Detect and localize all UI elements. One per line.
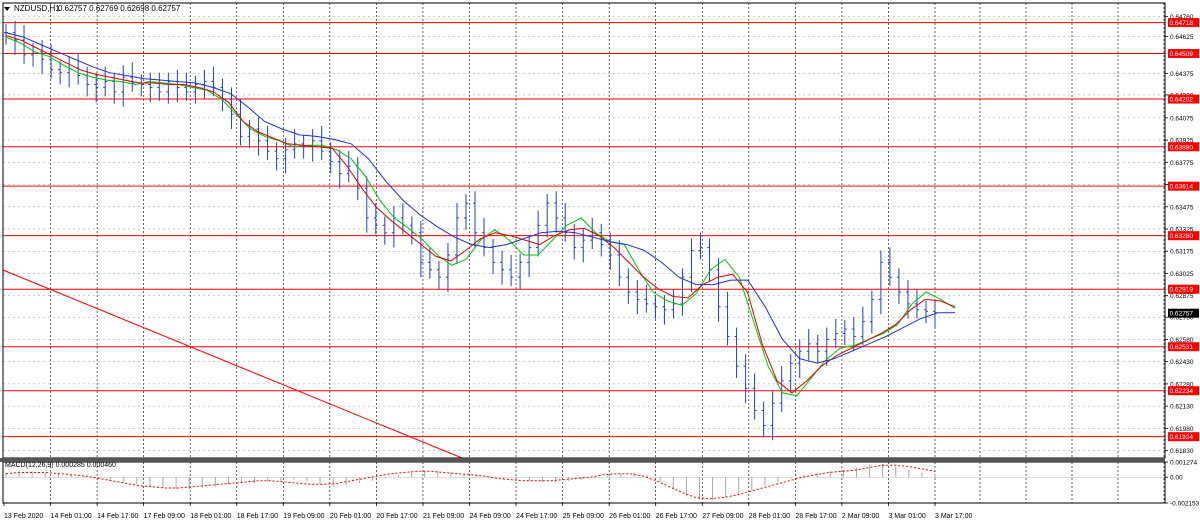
time-label: 28 Feb 01:00 bbox=[749, 513, 790, 520]
macd-tick-label: 0.00 bbox=[1170, 475, 1183, 482]
time-label: 20 Feb 01:00 bbox=[330, 513, 371, 520]
level-label: 0.64202 bbox=[1170, 97, 1194, 104]
current-price-label: 0.62757 bbox=[1170, 311, 1194, 318]
level-label: 0.62531 bbox=[1170, 344, 1194, 351]
time-label: 2 Mar 09:00 bbox=[842, 513, 879, 520]
pane-separator bbox=[0, 458, 1165, 462]
chart-header: NZDUSD,H1 0.62757 0.62769 0.62698 0.6275… bbox=[4, 4, 181, 13]
time-label: 28 Feb 17:00 bbox=[795, 513, 836, 520]
time-label: 14 Feb 17:00 bbox=[97, 513, 138, 520]
time-label: 3 Mar 01:00 bbox=[888, 513, 925, 520]
symbol-label: NZDUSD,H1 bbox=[14, 4, 60, 13]
macd-tick-label: 0.001274 bbox=[1170, 460, 1197, 467]
time-label: 24 Feb 17:00 bbox=[516, 513, 557, 520]
chart-background bbox=[0, 0, 1200, 524]
time-label: 25 Feb 09:00 bbox=[563, 513, 604, 520]
price-tick-label: 0.64625 bbox=[1170, 34, 1194, 41]
level-label: 0.64509 bbox=[1170, 51, 1194, 58]
price-tick-label: 0.63025 bbox=[1170, 271, 1194, 278]
time-label: 21 Feb 09:00 bbox=[423, 513, 464, 520]
level-label: 0.63614 bbox=[1170, 184, 1194, 191]
chart-canvas[interactable]: 13 Feb 2020 14 Feb 01:00 14 Feb 17:00 17 Fe… bbox=[0, 0, 1200, 524]
time-label: 20 Feb 17:00 bbox=[376, 513, 417, 520]
level-label: 0.61924 bbox=[1170, 434, 1194, 441]
chart-window[interactable]: 13 Feb 2020 14 Feb 01:00 14 Feb 17:00 17 Fe… bbox=[0, 0, 1200, 524]
level-label: 0.64718 bbox=[1170, 20, 1194, 27]
price-tick-label: 0.62875 bbox=[1170, 293, 1194, 300]
macd-label: MACD(12,26,9) 0.000285 0.000460 bbox=[5, 462, 116, 469]
level-label: 0.63280 bbox=[1170, 233, 1194, 240]
price-tick-label: 0.61980 bbox=[1170, 426, 1194, 433]
time-label: 19 Feb 09:00 bbox=[283, 513, 324, 520]
price-tick-label: 0.62430 bbox=[1170, 359, 1194, 366]
time-label: 26 Feb 01:00 bbox=[609, 513, 650, 520]
time-label: 17 Feb 09:00 bbox=[144, 513, 185, 520]
price-tick-label: 0.64075 bbox=[1170, 115, 1194, 122]
price-tick-label: 0.62130 bbox=[1170, 404, 1194, 411]
time-label: 27 Feb 09:00 bbox=[702, 513, 743, 520]
price-tick-label: 0.63775 bbox=[1170, 160, 1194, 167]
time-label: 3 Mar 17:00 bbox=[935, 513, 972, 520]
ohlc-values: 0.62757 0.62769 0.62698 0.62757 bbox=[58, 4, 181, 13]
level-label: 0.62919 bbox=[1170, 287, 1194, 294]
price-tick-label: 0.63475 bbox=[1170, 204, 1194, 211]
time-label: 18 Feb 17:00 bbox=[237, 513, 278, 520]
level-label: 0.62234 bbox=[1170, 388, 1194, 395]
time-label: 13 Feb 2020 bbox=[4, 513, 43, 520]
time-label: 26 Feb 17:00 bbox=[656, 513, 697, 520]
macd-tick-label: -0.002153 bbox=[1170, 501, 1200, 508]
level-label: 0.63880 bbox=[1170, 144, 1194, 151]
price-tick-label: 0.61830 bbox=[1170, 448, 1194, 455]
time-label: 14 Feb 01:00 bbox=[51, 513, 92, 520]
time-label: 18 Feb 01:00 bbox=[190, 513, 231, 520]
price-tick-label: 0.64375 bbox=[1170, 71, 1194, 78]
price-tick-label: 0.63175 bbox=[1170, 249, 1194, 256]
time-label: 24 Feb 09:00 bbox=[470, 513, 511, 520]
